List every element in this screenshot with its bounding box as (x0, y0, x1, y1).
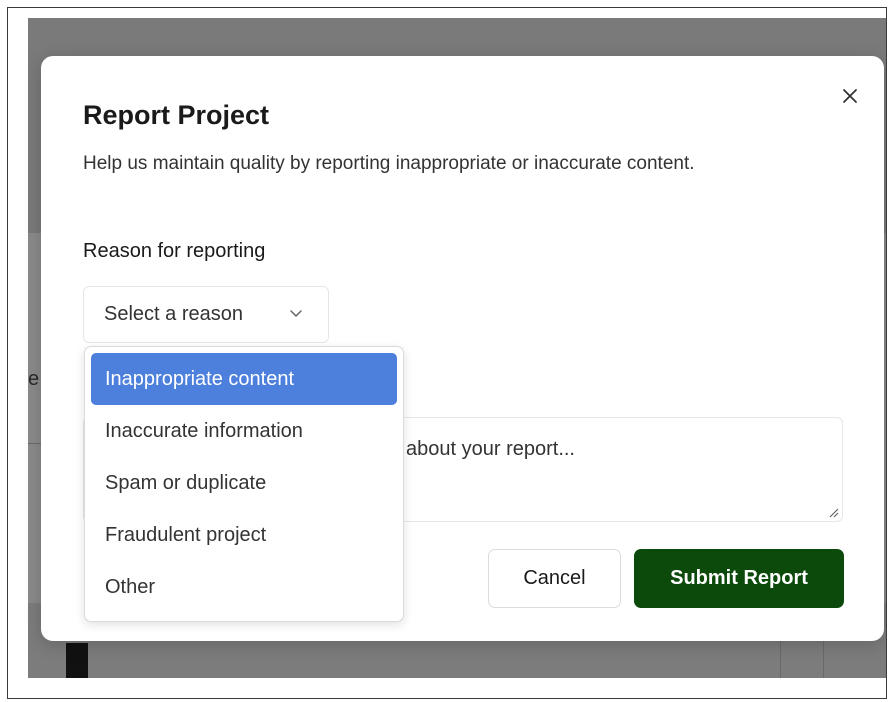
submit-report-button[interactable]: Submit Report (634, 549, 844, 608)
dropdown-item-spam-or-duplicate[interactable]: Spam or duplicate (91, 457, 397, 509)
backdrop-dark-block (66, 643, 88, 678)
dropdown-item-inaccurate-information[interactable]: Inaccurate information (91, 405, 397, 457)
screenshot-frame: e Report Project Help us maintain qualit… (7, 7, 887, 699)
reason-label: Reason for reporting (83, 240, 266, 262)
close-icon (843, 89, 857, 103)
dropdown-item-fraudulent-project[interactable]: Fraudulent project (91, 509, 397, 561)
dropdown-item-inappropriate-content[interactable]: Inappropriate content (91, 353, 397, 405)
dropdown-item-other[interactable]: Other (91, 561, 397, 613)
reason-dropdown-menu: Inappropriate content Inaccurate informa… (84, 346, 404, 622)
close-button[interactable] (838, 84, 862, 108)
chevron-down-icon (290, 310, 302, 317)
modal-description: Help us maintain quality by reporting in… (83, 153, 695, 174)
resize-handle-icon[interactable] (827, 506, 839, 518)
backdrop-partial-text: e (28, 368, 40, 390)
modal-title: Report Project (83, 100, 270, 130)
cancel-button[interactable]: Cancel (488, 549, 621, 608)
reason-select[interactable]: Select a reason (83, 286, 329, 343)
reason-select-value: Select a reason (104, 303, 243, 325)
